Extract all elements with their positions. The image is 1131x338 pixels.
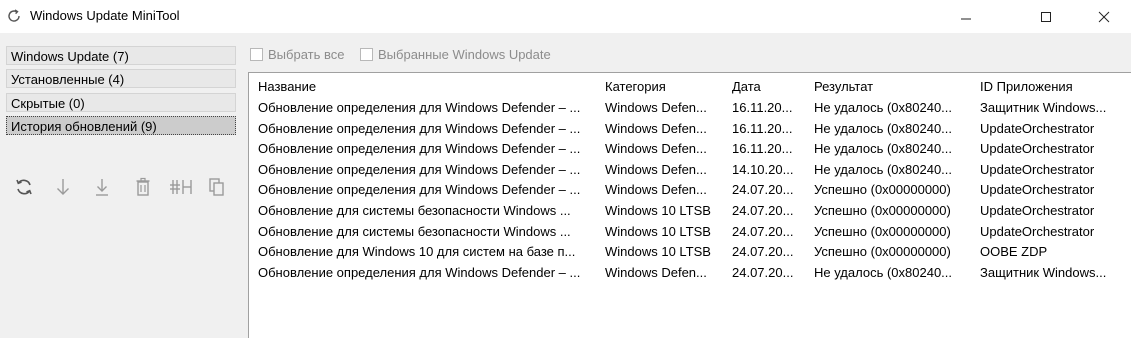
cell-name: Обновление для Windows 10 для систем на … [258, 244, 576, 260]
download-arrow-icon [57, 179, 69, 195]
cell-date: 16.11.20... [732, 120, 793, 136]
cell-name: Обновление определения для Windows Defen… [258, 100, 581, 115]
maximize-icon [1041, 11, 1051, 22]
table-row[interactable]: Обновление определения для Windows Defen… [249, 98, 1131, 118]
cell-date: 24.07.20... [732, 182, 794, 198]
cell-date: 14.10.20... [732, 161, 794, 177]
cell-category: Windows Defen... [605, 120, 707, 136]
title-bar: Windows Update MiniTool [0, 0, 1131, 33]
select-all-option[interactable]: Выбрать все [250, 45, 344, 63]
cell-category: Windows Defen... [605, 182, 707, 198]
cell-app-id: UpdateOrchestrator [980, 141, 1095, 157]
install-icon [96, 179, 108, 196]
table-header: Название Категория Дата Результат ID При… [249, 77, 1131, 97]
cell-result: Успешно (0x00000000) [814, 244, 951, 260]
cell-result: Успешно (0x00000000) [814, 223, 951, 239]
select-all-checkbox[interactable] [250, 47, 263, 61]
close-icon [1098, 11, 1110, 22]
update-list[interactable]: Название Категория Дата Результат ID При… [248, 72, 1131, 338]
table-row[interactable]: Обновление определения для Windows Defen… [249, 263, 1131, 283]
cell-app-id: UpdateOrchestrator [980, 120, 1095, 136]
select-all-label: Выбрать все [268, 46, 345, 62]
install-button[interactable] [92, 176, 112, 198]
sidebar-item-label: Windows Update (7) [11, 49, 129, 64]
selected-updates-checkbox[interactable] [360, 47, 373, 61]
sidebar-item-hidden[interactable]: Скрытые (0) [6, 93, 236, 112]
cell-date: 24.07.20... [732, 203, 794, 218]
refresh-icon [8, 9, 20, 22]
column-header-name[interactable]: Название [258, 77, 600, 97]
cell-name: Обновление для системы безопасности Wind… [258, 223, 571, 239]
cell-date: 24.07.20... [732, 223, 794, 239]
sidebar-item-label: Установленные (4) [11, 72, 125, 87]
table-row[interactable]: Обновление для Windows 10 для систем на … [249, 242, 1131, 262]
cell-app-id: UpdateOrchestrator [980, 161, 1095, 177]
cell-date: 16.11.20... [732, 141, 793, 157]
cell-app-id: UpdateOrchestrator [980, 182, 1095, 198]
table-row[interactable]: Обновление определения для Windows Defen… [249, 180, 1131, 200]
selected-updates-option[interactable]: Выбранные Windows Update [360, 45, 551, 63]
table-row[interactable]: Обновление определения для Windows Defen… [249, 160, 1131, 180]
cell-date: 24.07.20... [732, 264, 794, 280]
hide-icon [170, 180, 192, 194]
table-row[interactable]: Обновление определения для Windows Defen… [249, 119, 1131, 139]
cell-category: Windows Defen... [605, 100, 707, 115]
selected-updates-label: Выбранные Windows Update [378, 46, 551, 62]
cell-result: Успешно (0x00000000) [814, 203, 951, 218]
cell-category: Windows Defen... [605, 264, 707, 280]
cell-name: Обновление определения для Windows Defen… [258, 120, 581, 136]
hide-button[interactable] [168, 176, 194, 198]
table-row[interactable]: Обновление для системы безопасности Wind… [249, 222, 1131, 242]
cell-app-id: UpdateOrchestrator [980, 203, 1095, 218]
table-row[interactable]: Обновление определения для Windows Defen… [249, 139, 1131, 159]
cell-app-id: UpdateOrchestrator [980, 223, 1095, 239]
cell-category: Windows 10 LTSB [605, 223, 711, 239]
column-header-result[interactable]: Результат [814, 77, 979, 97]
sidebar-item-windows-update[interactable]: Windows Update (7) [6, 46, 236, 65]
minimize-button[interactable] [943, 0, 989, 33]
minimize-icon [961, 18, 971, 19]
refresh-icon [16, 179, 32, 195]
sidebar-item-label: История обновлений (9) [11, 119, 157, 134]
cell-result: Успешно (0x00000000) [814, 182, 951, 198]
cell-category: Windows Defen... [605, 161, 707, 177]
copy-button[interactable] [207, 176, 227, 198]
cell-name: Обновление определения для Windows Defen… [258, 141, 581, 157]
cell-app-id: Защитник Windows... [980, 100, 1107, 115]
cell-app-id: OOBE ZDP [980, 244, 1048, 260]
window-title: Windows Update MiniTool [30, 8, 180, 23]
column-header-category[interactable]: Категория [605, 77, 725, 97]
delete-icon [136, 177, 150, 196]
cell-date: 16.11.20... [732, 100, 793, 115]
cell-name: Обновление определения для Windows Defen… [258, 182, 581, 198]
column-header-app-id[interactable]: ID Приложения [980, 77, 1130, 97]
cell-name: Обновление определения для Windows Defen… [258, 264, 581, 280]
sidebar-item-installed[interactable]: Установленные (4) [6, 69, 236, 88]
maximize-button[interactable] [1023, 0, 1069, 33]
cell-result: Не удалось (0x80240... [814, 120, 953, 136]
delete-button[interactable] [133, 176, 153, 198]
cell-result: Не удалось (0x80240... [814, 100, 953, 115]
refresh-button[interactable] [14, 176, 34, 198]
cell-name: Обновление для системы безопасности Wind… [258, 203, 571, 218]
cell-category: Windows Defen... [605, 141, 707, 157]
table-row[interactable]: Обновление для системы безопасности Wind… [249, 201, 1131, 221]
cell-result: Не удалось (0x80240... [814, 141, 953, 157]
close-button[interactable] [1081, 0, 1127, 33]
sidebar-item-label: Скрытые (0) [11, 96, 85, 111]
cell-date: 24.07.20... [732, 244, 794, 260]
cell-name: Обновление определения для Windows Defen… [258, 161, 581, 177]
cell-app-id: Защитник Windows... [980, 264, 1107, 280]
cell-category: Windows 10 LTSB [605, 244, 711, 260]
cell-category: Windows 10 LTSB [605, 203, 711, 218]
cell-result: Не удалось (0x80240... [814, 161, 953, 177]
cell-result: Не удалось (0x80240... [814, 264, 953, 280]
sidebar-item-history[interactable]: История обновлений (9) [6, 116, 236, 135]
download-button[interactable] [53, 176, 73, 198]
copy-icon [209, 178, 224, 196]
column-header-date[interactable]: Дата [732, 77, 812, 97]
